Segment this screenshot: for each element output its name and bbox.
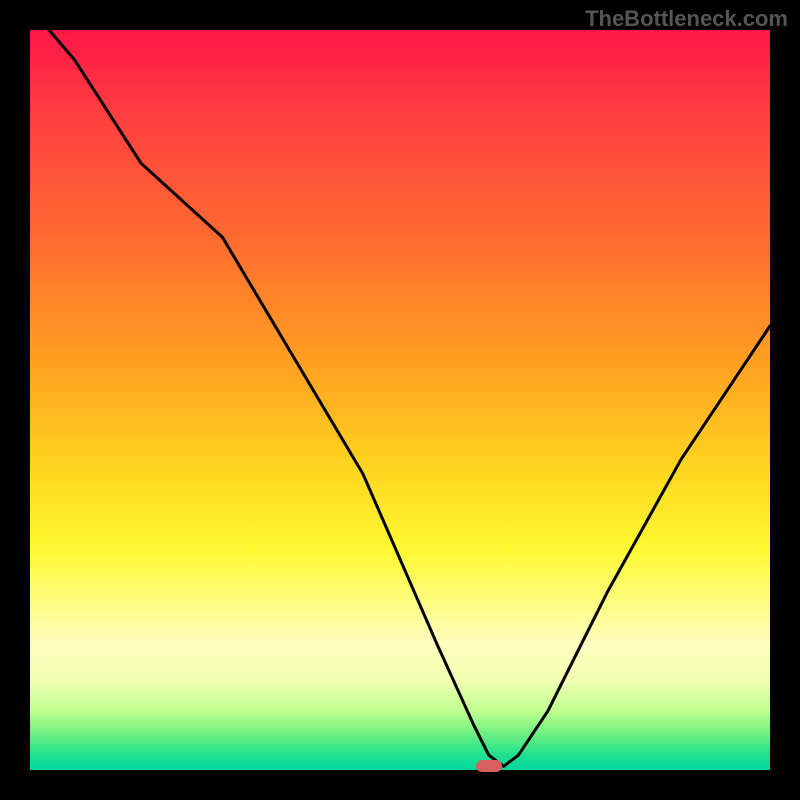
watermark-text: TheBottleneck.com	[585, 6, 788, 32]
optimum-marker	[476, 760, 502, 772]
figure-root: TheBottleneck.com	[0, 0, 800, 800]
bottleneck-curve-line	[30, 30, 770, 766]
chart-svg	[30, 30, 770, 770]
